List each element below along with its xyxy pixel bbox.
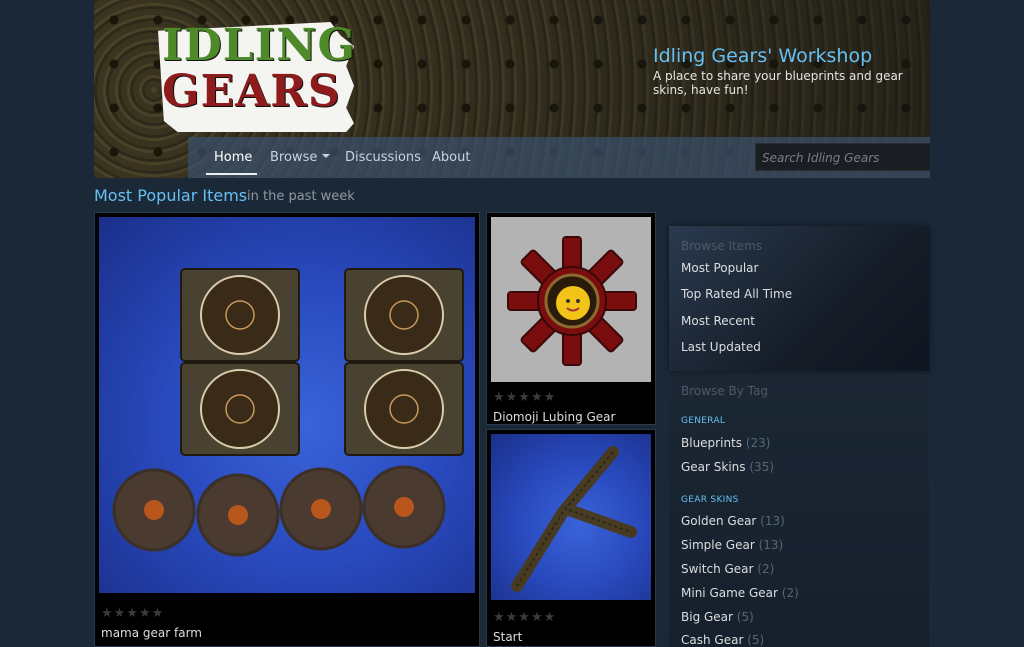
tag-link-gear-skins[interactable]: Gear Skins (35) <box>681 460 774 474</box>
item-card-mama-gear-farm[interactable]: ★★★★★ mama gear farm <box>94 212 480 647</box>
tag-link-switch-gear[interactable]: Switch Gear (2) <box>681 562 774 576</box>
logo-text-idling: IDLING <box>162 20 357 71</box>
browse-link-top-rated[interactable]: Top Rated All Time <box>681 287 792 301</box>
nav-browse[interactable]: Browse <box>270 150 331 165</box>
tag-count: (13) <box>758 538 784 552</box>
tag-name: Gear Skins <box>681 460 746 474</box>
tag-link-big-gear[interactable]: Big Gear (5) <box>681 610 754 624</box>
workshop-navbar: Home Browse Discussions About <box>188 137 930 178</box>
tag-name: Blueprints <box>681 436 743 450</box>
tag-count: (13) <box>760 514 785 528</box>
rating-stars: ★★★★★ <box>101 606 165 621</box>
tag-name: Mini Game Gear <box>681 586 778 600</box>
caret-down-icon <box>322 153 331 158</box>
nav-active-indicator <box>206 173 257 175</box>
browse-items-heading: Browse Items <box>681 239 763 253</box>
tag-name: Cash Gear <box>681 633 744 647</box>
section-title[interactable]: Most Popular Items <box>94 186 247 205</box>
search-box <box>755 143 930 172</box>
tag-category-general: GENERAL <box>681 416 726 426</box>
browse-link-last-updated[interactable]: Last Updated <box>681 340 761 354</box>
item-title: Start <box>493 630 523 644</box>
browse-link-most-recent[interactable]: Most Recent <box>681 314 755 328</box>
browse-sidebar: Browse Items Most Popular Top Rated All … <box>669 226 929 647</box>
tag-count: (5) <box>736 610 754 624</box>
section-subtitle: in the past week <box>247 189 355 204</box>
tag-count: (2) <box>781 586 799 600</box>
tag-link-cash-gear[interactable]: Cash Gear (5) <box>681 633 764 647</box>
nav-discussions[interactable]: Discussions <box>345 150 421 165</box>
rating-stars: ★★★★★ <box>493 610 557 625</box>
rating-stars: ★★★★★ <box>493 390 557 405</box>
tag-name: Simple Gear <box>681 538 755 552</box>
browse-link-most-popular[interactable]: Most Popular <box>681 261 758 275</box>
tag-count: (23) <box>745 436 771 450</box>
workshop-title: Idling Gears' Workshop <box>653 45 873 67</box>
tag-link-simple-gear[interactable]: Simple Gear (13) <box>681 538 783 552</box>
workshop-subtitle: A place to share your blueprints and gea… <box>653 69 903 97</box>
item-thumbnail <box>99 217 475 593</box>
workshop-header-banner: IDLING GEARS Idling Gears' Workshop A pl… <box>94 0 930 178</box>
item-card-start[interactable]: ★★★★★ Start <box>486 429 656 647</box>
nav-browse-label: Browse <box>270 150 318 165</box>
tag-name: Golden Gear <box>681 514 757 528</box>
item-thumbnail <box>491 217 651 382</box>
item-title: mama gear farm <box>101 626 202 640</box>
tag-link-mini-game-gear[interactable]: Mini Game Gear (2) <box>681 586 799 600</box>
tag-category-gear-skins: GEAR SKINS <box>681 495 739 505</box>
tag-count: (5) <box>747 633 765 647</box>
browse-items-panel: Browse Items Most Popular Top Rated All … <box>669 226 929 371</box>
tag-count: (2) <box>757 562 775 576</box>
item-card-diomoji-lubing-gear[interactable]: ★★★★★ Diomoji Lubing Gear <box>486 212 656 425</box>
gear-farm-preview-image <box>112 268 464 557</box>
logo-text-gears: GEARS <box>162 66 341 117</box>
tag-count: (35) <box>749 460 775 474</box>
item-title: Diomoji Lubing Gear <box>493 410 616 424</box>
tag-name: Switch Gear <box>681 562 754 576</box>
nav-about[interactable]: About <box>432 150 470 165</box>
tag-link-blueprints[interactable]: Blueprints (23) <box>681 436 770 450</box>
item-thumbnail <box>491 434 651 600</box>
search-input[interactable] <box>756 144 930 172</box>
nav-home[interactable]: Home <box>214 150 252 165</box>
browse-by-tag-heading: Browse By Tag <box>681 384 768 398</box>
start-gears-preview-image <box>511 446 637 592</box>
diomoji-gear-preview-image <box>507 236 637 366</box>
tag-link-golden-gear[interactable]: Golden Gear (13) <box>681 514 785 528</box>
tag-name: Big Gear <box>681 610 733 624</box>
